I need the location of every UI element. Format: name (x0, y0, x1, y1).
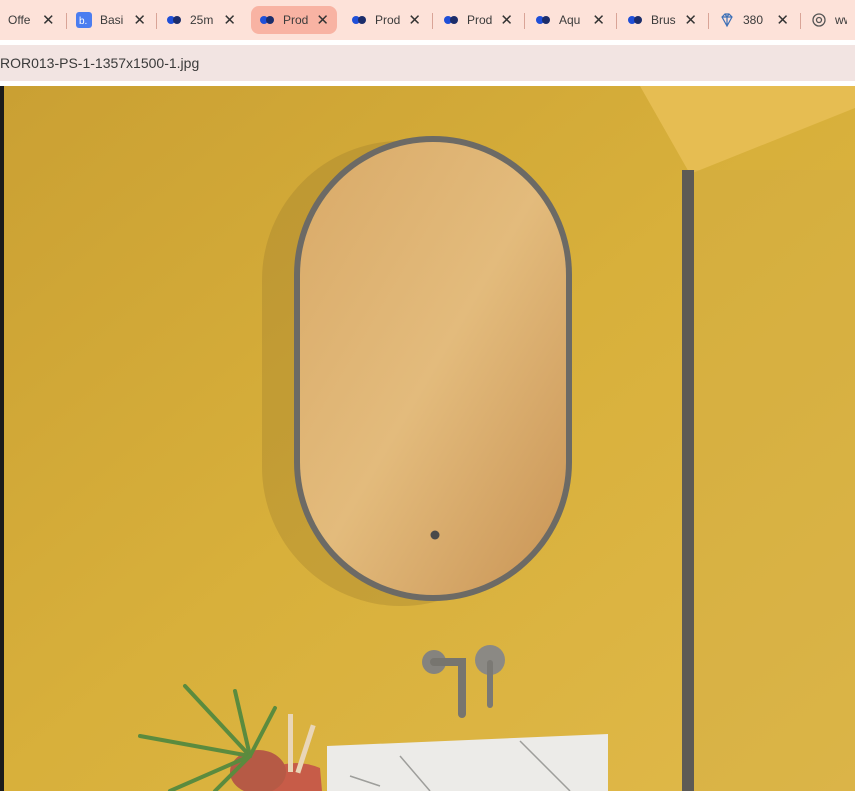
tab-8[interactable]: Brus ✕ (619, 6, 705, 34)
tab-separator (66, 13, 67, 29)
tab-separator (800, 13, 801, 29)
address-text: ROR013-PS-1-1357x1500-1.jpg (0, 55, 200, 71)
tab-title: Prod (375, 13, 401, 27)
close-icon[interactable]: ✕ (133, 13, 146, 28)
tab-5[interactable]: Prod ✕ (343, 6, 429, 34)
tab-7[interactable]: Aqu ✕ (527, 6, 613, 34)
dots-logo-icon (535, 12, 551, 28)
tab-title: 25m (190, 13, 214, 27)
image-viewer (0, 86, 855, 791)
close-icon[interactable]: ✕ (776, 13, 789, 28)
tab-title: www (835, 13, 847, 27)
tab-strip: Offe ✕ b. Basi ✕ 25m ✕ Prod ✕ Prod ✕ Pro… (0, 0, 855, 40)
tab-9[interactable]: 380 ✕ (711, 6, 797, 34)
dots-logo-icon (627, 12, 643, 28)
tab-6[interactable]: Prod ✕ (435, 6, 521, 34)
close-icon[interactable]: ✕ (408, 13, 421, 28)
svg-text:b.: b. (79, 16, 87, 27)
glass-panel (694, 170, 855, 791)
dots-logo-icon (166, 12, 182, 28)
tab-2[interactable]: b. Basi ✕ (68, 6, 154, 34)
tab-4-active[interactable]: Prod ✕ (251, 6, 337, 34)
dots-logo-icon (351, 12, 367, 28)
close-icon[interactable]: ✕ (592, 13, 605, 28)
shower-frame (682, 170, 694, 791)
gear-icon (811, 12, 827, 28)
mirror-glass (300, 142, 566, 595)
close-icon[interactable]: ✕ (684, 13, 697, 28)
close-icon[interactable]: ✕ (316, 13, 329, 28)
close-icon[interactable]: ✕ (42, 13, 55, 28)
tab-10[interactable]: www (803, 6, 855, 34)
tap-lever (487, 660, 493, 708)
tab-title: Prod (283, 13, 309, 27)
tab-title: Prod (467, 13, 493, 27)
tab-separator (616, 13, 617, 29)
close-icon[interactable]: ✕ (223, 13, 236, 28)
touch-sensor-icon (430, 530, 440, 540)
tab-title: Basi (100, 13, 124, 27)
diamond-icon (719, 12, 735, 28)
address-bar[interactable]: ROR013-PS-1-1357x1500-1.jpg (0, 45, 855, 81)
toothbrush-1 (288, 714, 293, 772)
dots-logo-icon (443, 12, 459, 28)
dots-logo-icon (259, 12, 275, 28)
tab-separator (708, 13, 709, 29)
tab-title: Aqu (559, 13, 581, 27)
b-logo-icon: b. (76, 12, 92, 28)
tab-1[interactable]: Offe ✕ (0, 6, 64, 34)
tab-separator (432, 13, 433, 29)
tab-title: Offe (8, 13, 31, 27)
tab-separator (156, 13, 157, 29)
close-icon[interactable]: ✕ (500, 13, 513, 28)
tab-title: Brus (651, 13, 676, 27)
tab-separator (524, 13, 525, 29)
product-photo (4, 86, 855, 791)
tab-3[interactable]: 25m ✕ (158, 6, 244, 34)
tab-title: 380 (743, 13, 764, 27)
